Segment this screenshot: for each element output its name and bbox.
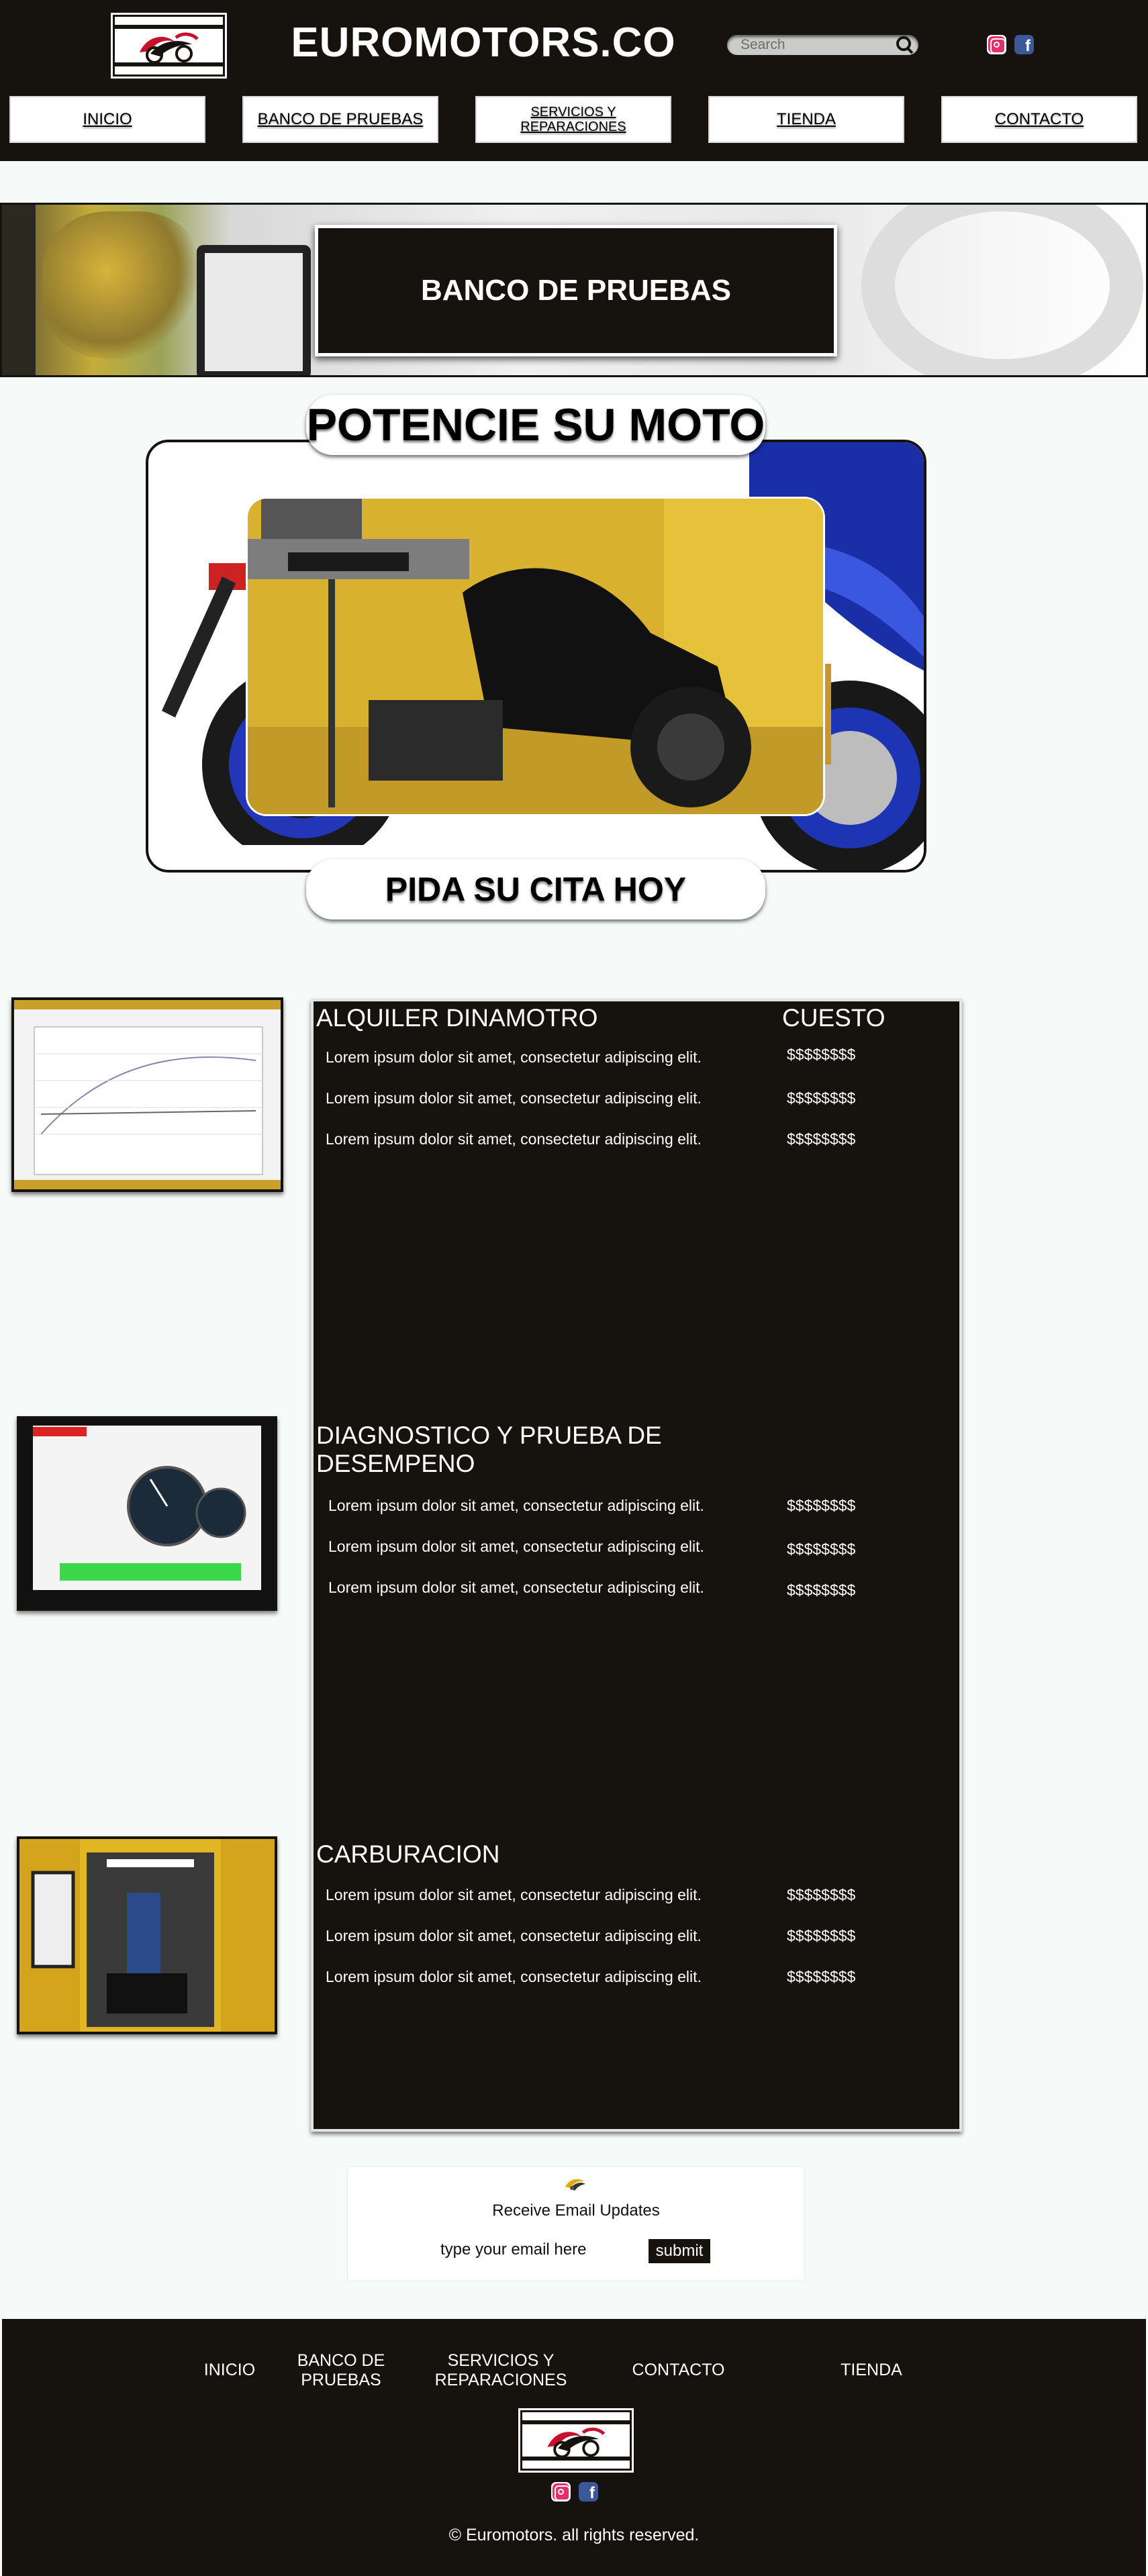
logo-bike-icon bbox=[140, 32, 199, 64]
facebook-icon[interactable]: f bbox=[579, 2482, 598, 2501]
service-row-price: $$$$$$$$ bbox=[787, 1968, 856, 1985]
instagram-icon[interactable] bbox=[987, 35, 1006, 54]
footer-social-links: f bbox=[551, 2482, 598, 2501]
search-bar[interactable] bbox=[727, 35, 918, 55]
nav-tienda[interactable]: TIENDA bbox=[708, 96, 904, 143]
service-row-price: $$$$$$$$ bbox=[787, 1089, 856, 1107]
dyno-graph-image bbox=[11, 997, 283, 1192]
book-appointment-button[interactable]: PIDA SU CITA HOY bbox=[306, 859, 765, 920]
services-price-panel: CUESTO ALQUILER DINAMOTRO Lorem ipsum do… bbox=[311, 999, 962, 2132]
banner-title: BANCO DE PRUEBAS bbox=[315, 225, 837, 356]
dyno-booth-image bbox=[17, 1836, 277, 2034]
site-title: EUROMOTORS.CO bbox=[291, 19, 676, 66]
dyno-test-image bbox=[248, 499, 823, 814]
dyno-chart-photo bbox=[14, 1000, 281, 1189]
footer-link-servicios[interactable]: SERVICIOS Y REPARACIONES bbox=[424, 2351, 578, 2390]
footer-logo[interactable] bbox=[520, 2410, 632, 2471]
service-row-text: Lorem ipsum dolor sit amet, consectetur … bbox=[326, 1886, 702, 1903]
service-row-text: Lorem ipsum dolor sit amet, consectetur … bbox=[326, 1089, 702, 1107]
email-signup-box: Receive Email Updates submit bbox=[348, 2167, 804, 2281]
nav-banco-de-pruebas[interactable]: BANCO DE PRUEBAS bbox=[242, 96, 438, 143]
dyno-booth-photo bbox=[19, 1839, 275, 2032]
service-title-diagnostico: DIAGNOSTICO Y PRUEBA DE DESEMPENO bbox=[316, 1422, 662, 1477]
service-row-price: $$$$$$$$ bbox=[787, 1540, 856, 1558]
submit-button[interactable]: submit bbox=[649, 2239, 710, 2263]
nav-inicio[interactable]: INICIO bbox=[9, 96, 205, 143]
search-input[interactable] bbox=[740, 37, 888, 53]
banner-bg-shape bbox=[197, 245, 311, 375]
banner-bg-shape bbox=[861, 205, 1143, 375]
footer-link-contacto[interactable]: CONTACTO bbox=[606, 2361, 751, 2380]
banner-bg-shape bbox=[2, 205, 36, 375]
email-field[interactable] bbox=[440, 2238, 628, 2262]
main-nav: INICIO BANCO DE PRUEBAS SERVICIOS Y REPA… bbox=[0, 96, 1148, 143]
site-header: EUROMOTORS.CO f INICIO BANCO DE PRUEBAS … bbox=[0, 0, 1148, 161]
nav-contacto[interactable]: CONTACTO bbox=[941, 96, 1137, 143]
footer-link-banco[interactable]: BANCO DE PRUEBAS bbox=[284, 2351, 398, 2390]
site-logo[interactable] bbox=[113, 15, 225, 77]
service-row-text: Lorem ipsum dolor sit amet, consectetur … bbox=[328, 1579, 704, 1596]
logo-bike-icon bbox=[547, 2427, 606, 2459]
instagram-icon[interactable] bbox=[551, 2482, 571, 2501]
dyno-gauges-image bbox=[17, 1416, 277, 1611]
service-row-price: $$$$$$$$ bbox=[787, 1581, 856, 1599]
copyright-text: © Euromotors. all rights reserved. bbox=[448, 2526, 700, 2544]
service-row-text: Lorem ipsum dolor sit amet, consectetur … bbox=[328, 1538, 704, 1555]
search-icon[interactable] bbox=[894, 36, 914, 54]
service-row-text: Lorem ipsum dolor sit amet, consectetur … bbox=[328, 1497, 704, 1514]
email-signup-title: Receive Email Updates bbox=[492, 2201, 660, 2220]
site-footer: INICIO BANCO DE PRUEBAS SERVICIOS Y REPA… bbox=[2, 2319, 1146, 2576]
service-row-text: Lorem ipsum dolor sit amet, consectetur … bbox=[326, 1927, 702, 1944]
dyno-photo bbox=[248, 499, 823, 814]
cost-column-header: CUESTO bbox=[782, 1004, 886, 1032]
banner-bg-shape bbox=[42, 211, 203, 359]
dyno-software-photo bbox=[19, 1419, 275, 1608]
hero-banner: BANCO DE PRUEBAS bbox=[0, 203, 1148, 377]
email-logo-icon bbox=[565, 2179, 585, 2191]
service-row-text: Lorem ipsum dolor sit amet, consectetur … bbox=[326, 1968, 702, 1985]
service-row-price: $$$$$$$$ bbox=[787, 1927, 856, 1944]
footer-link-inicio[interactable]: INICIO bbox=[179, 2361, 280, 2380]
service-row-price: $$$$$$$$ bbox=[787, 1886, 856, 1903]
nav-servicios[interactable]: SERVICIOS Y REPARACIONES bbox=[475, 96, 671, 143]
footer-link-tienda[interactable]: TIENDA bbox=[801, 2361, 942, 2380]
facebook-icon[interactable]: f bbox=[1014, 35, 1034, 54]
hero-headline: POTENCIE SU MOTO bbox=[306, 395, 765, 455]
service-row-price: $$$$$$$$ bbox=[787, 1046, 856, 1063]
service-title-carburacion: CARBURACION bbox=[316, 1840, 500, 1868]
service-row-text: Lorem ipsum dolor sit amet, consectetur … bbox=[326, 1048, 702, 1066]
service-row-text: Lorem ipsum dolor sit amet, consectetur … bbox=[326, 1130, 702, 1148]
header-social-links: f bbox=[987, 35, 1034, 54]
service-row-price: $$$$$$$$ bbox=[787, 1497, 856, 1514]
service-row-price: $$$$$$$$ bbox=[787, 1130, 856, 1148]
service-title-alquiler: ALQUILER DINAMOTRO bbox=[316, 1004, 598, 1032]
